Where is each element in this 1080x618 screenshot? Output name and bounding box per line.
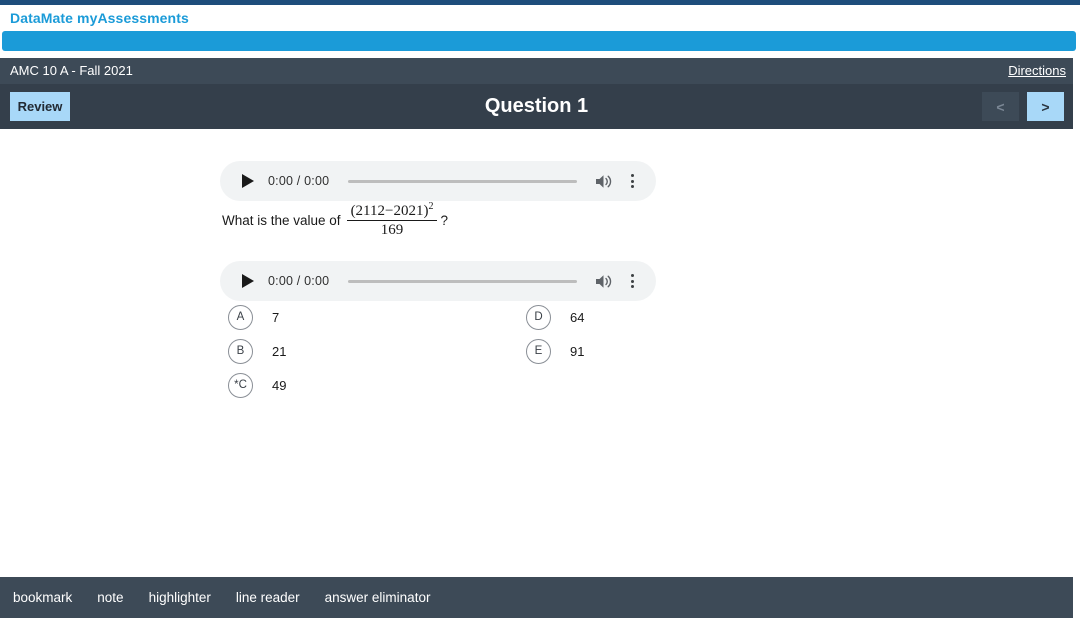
choice-value: 21 [272, 343, 287, 359]
assessment-bar: AMC 10 A - Fall 2021 Directions [0, 58, 1073, 84]
fraction-denominator: 169 [380, 222, 404, 239]
tool-answer-eliminator[interactable]: answer eliminator [325, 590, 431, 605]
assessment-window: DataMate myAssessments AMC 10 A - Fall 2… [0, 0, 1080, 618]
question-nav-group: < > [982, 92, 1064, 121]
primary-navbar [2, 31, 1076, 51]
kebab-menu-icon[interactable] [625, 172, 639, 190]
answer-choice-d[interactable]: D 64 [526, 304, 584, 330]
page-title: Question 1 [484, 95, 589, 117]
question-text: What is the value of (2112−2021)2 169 ? [222, 201, 448, 239]
brand-title: DataMate myAssessments [10, 10, 189, 26]
choice-bubble[interactable]: D [526, 304, 551, 330]
tool-bookmark[interactable]: bookmark [13, 590, 72, 605]
audio-time-display: 0:00 / 0:00 [268, 174, 330, 188]
choice-value: 64 [570, 309, 585, 325]
answer-choice-e[interactable]: E 91 [526, 338, 584, 364]
choice-bubble[interactable]: A [228, 304, 253, 330]
audio-player-question[interactable]: 0:00 / 0:00 [220, 161, 656, 201]
audio-progress-slider[interactable] [348, 179, 577, 183]
previous-question-button[interactable]: < [982, 92, 1019, 121]
audio-player-choices[interactable]: 0:00 / 0:00 [220, 261, 656, 301]
kebab-menu-icon[interactable] [625, 272, 639, 290]
math-fraction: (2112−2021)2 169 [346, 201, 438, 239]
answer-choices-right-column: D 64 E 91 [526, 304, 584, 372]
answer-choice-a[interactable]: A 7 [228, 304, 286, 330]
answer-choices-left-column: A 7 B 21 *C 49 [228, 304, 286, 406]
play-triangle-icon[interactable] [241, 173, 255, 189]
question-lead-text: What is the value of [222, 212, 341, 228]
directions-link[interactable]: Directions [1008, 63, 1066, 78]
tool-line-reader[interactable]: line reader [236, 590, 300, 605]
choice-bubble[interactable]: B [228, 338, 253, 364]
review-button[interactable]: Review [10, 92, 70, 121]
fraction-numerator: (2112−2021)2 [350, 201, 434, 219]
audio-progress-slider[interactable] [348, 279, 577, 283]
question-trailing-text: ? [440, 212, 448, 228]
tool-note[interactable]: note [97, 590, 123, 605]
answer-choice-c[interactable]: *C 49 [228, 372, 286, 398]
audio-time-display: 0:00 / 0:00 [268, 274, 330, 288]
question-content-area: 0:00 / 0:00 What is the value of (2112−2… [0, 129, 1073, 577]
next-question-button[interactable]: > [1027, 92, 1064, 121]
speaker-icon[interactable] [594, 172, 612, 190]
choice-value: 91 [570, 343, 585, 359]
choice-value: 49 [272, 377, 287, 393]
play-triangle-icon[interactable] [241, 273, 255, 289]
brand-header: DataMate myAssessments [0, 5, 1080, 31]
choice-value: 7 [272, 309, 280, 325]
question-header-bar: Question 1 Review < > [0, 84, 1073, 129]
answer-choice-b[interactable]: B 21 [228, 338, 286, 364]
choice-bubble[interactable]: *C [228, 372, 253, 398]
tool-highlighter[interactable]: highlighter [149, 590, 211, 605]
choice-bubble[interactable]: E [526, 338, 551, 364]
tools-toolbar: bookmark note highlighter line reader an… [0, 577, 1073, 618]
assessment-name: AMC 10 A - Fall 2021 [10, 63, 133, 78]
speaker-icon[interactable] [594, 272, 612, 290]
